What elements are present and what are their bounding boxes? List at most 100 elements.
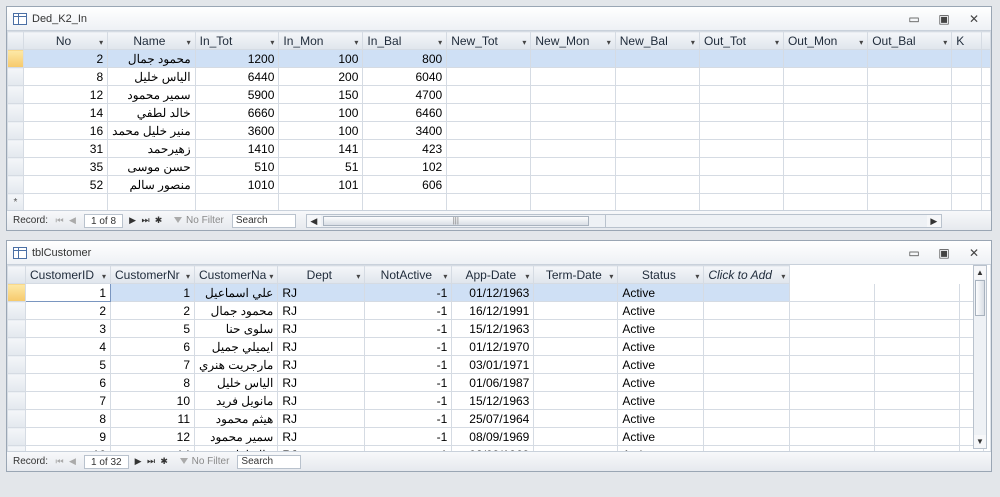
cell-in-tot[interactable]: 1200 — [194, 49, 280, 68]
cell-na[interactable]: -1 — [364, 283, 453, 302]
cell-dept[interactable]: RJ — [277, 301, 366, 320]
empty-cell[interactable] — [614, 157, 700, 176]
empty-cell[interactable] — [614, 67, 700, 86]
close-button[interactable]: ✕ — [965, 245, 983, 261]
scroll-thumb[interactable] — [975, 280, 985, 316]
chevron-down-icon[interactable]: ▾ — [102, 272, 106, 281]
empty-cell[interactable] — [530, 103, 616, 122]
cell-name[interactable]: الياس خليل — [107, 67, 196, 86]
cell-in-tot[interactable]: 3600 — [194, 121, 280, 140]
row-selector[interactable] — [7, 139, 24, 158]
empty-cell[interactable] — [867, 67, 953, 86]
empty-cell[interactable] — [981, 193, 991, 212]
empty-cell[interactable] — [614, 103, 700, 122]
horizontal-scrollbar-track[interactable]: ▶ — [605, 213, 942, 228]
cell-na[interactable]: -1 — [364, 355, 453, 374]
empty-cell[interactable] — [981, 85, 991, 104]
scroll-left-icon[interactable]: ◀ — [306, 214, 321, 227]
cell-term[interactable] — [533, 355, 619, 374]
cell-in-mon[interactable]: 200 — [278, 67, 364, 86]
title-bar[interactable]: Ded_K2_In ▭ ▣ ✕ — [7, 7, 991, 31]
record-position[interactable]: 1 of 8 — [84, 213, 124, 228]
prev-record-icon[interactable]: ◀ — [67, 215, 78, 226]
row-selector[interactable] — [7, 157, 24, 176]
empty-cell[interactable] — [698, 121, 784, 140]
cell-app[interactable]: 01/12/1970 — [451, 337, 535, 356]
chevron-down-icon[interactable]: ▾ — [609, 272, 613, 281]
empty-cell[interactable] — [981, 121, 991, 140]
column-header[interactable]: Name ▾ — [107, 31, 196, 50]
empty-cell[interactable] — [22, 193, 109, 212]
table-row[interactable]: 52 منصور سالم 1010 101 606 — [7, 175, 991, 194]
cell-no[interactable]: 31 — [22, 139, 109, 158]
cell-status[interactable]: Active — [617, 337, 705, 356]
cell-nr[interactable]: 11 — [110, 409, 195, 428]
cell-in-mon[interactable]: 150 — [278, 85, 364, 104]
minimize-button[interactable]: ▭ — [905, 245, 923, 261]
empty-cell[interactable] — [782, 103, 869, 122]
empty-cell[interactable] — [446, 193, 532, 212]
cell-app[interactable]: 01/06/1987 — [451, 373, 535, 392]
cell-name[interactable]: سلوى حنا — [193, 319, 279, 338]
empty-cell[interactable] — [951, 157, 982, 176]
table-row[interactable]: 5 7 مارجريت هنري RJ -1 03/01/1971 Active — [7, 355, 985, 374]
cell-app[interactable]: 03/01/1971 — [451, 355, 535, 374]
scroll-up-icon[interactable]: ▲ — [974, 266, 986, 279]
row-selector[interactable] — [7, 67, 24, 86]
column-header[interactable]: No ▾ — [22, 31, 109, 50]
empty-cell[interactable] — [530, 121, 616, 140]
column-header[interactable]: Dept ▾ — [277, 265, 366, 284]
cell-nr[interactable]: 5 — [110, 319, 195, 338]
empty-cell[interactable] — [951, 139, 982, 158]
empty-cell[interactable] — [614, 175, 700, 194]
last-record-icon[interactable]: ⏭ — [140, 215, 151, 226]
search-input[interactable]: Search — [231, 213, 296, 228]
prev-record-icon[interactable]: ◀ — [67, 456, 78, 467]
column-header[interactable]: In_Bal ▾ — [362, 31, 448, 50]
cell-term[interactable] — [533, 337, 619, 356]
empty-cell[interactable] — [867, 139, 953, 158]
table-row[interactable]: 35 حسن موسى 510 51 102 — [7, 157, 991, 176]
cell-no[interactable]: 12 — [22, 85, 109, 104]
cell-in-tot[interactable]: 5900 — [194, 85, 280, 104]
empty-cell[interactable] — [698, 139, 784, 158]
cell-status[interactable]: Active — [617, 301, 705, 320]
empty-cell[interactable] — [951, 175, 982, 194]
cell-name[interactable]: محمود جمال — [193, 301, 279, 320]
chevron-down-icon[interactable]: ▾ — [186, 272, 190, 281]
empty-cell[interactable] — [614, 139, 700, 158]
cell-dept[interactable]: RJ — [277, 337, 366, 356]
row-selector[interactable] — [7, 319, 26, 338]
cell-dept[interactable]: RJ — [277, 391, 366, 410]
cell-no[interactable]: 35 — [22, 157, 109, 176]
column-header[interactable]: CustomerNa ▾ — [193, 265, 279, 284]
cell-name[interactable]: هيثم محمود — [193, 409, 279, 428]
chevron-down-icon[interactable]: ▾ — [356, 272, 360, 281]
cell-nr[interactable]: 2 — [110, 301, 195, 320]
empty-cell[interactable] — [981, 103, 991, 122]
record-position[interactable]: 1 of 32 — [84, 454, 129, 469]
scroll-right-icon[interactable]: ▶ — [926, 214, 941, 227]
new-record-row[interactable]: * — [7, 193, 991, 212]
cell-id[interactable]: 6 — [25, 373, 111, 392]
empty-cell[interactable] — [951, 49, 982, 68]
column-header[interactable]: New_Tot ▾ — [446, 31, 532, 50]
cell-no[interactable]: 8 — [22, 67, 109, 86]
empty-cell[interactable] — [867, 121, 953, 140]
empty-cell[interactable] — [446, 103, 532, 122]
row-selector[interactable] — [7, 175, 24, 194]
empty-cell[interactable] — [107, 193, 196, 212]
chevron-down-icon[interactable]: ▾ — [269, 272, 273, 281]
empty-cell[interactable] — [703, 319, 791, 338]
cell-nr[interactable]: 8 — [110, 373, 195, 392]
table-row[interactable]: 31 زهيرحمد 1410 141 423 — [7, 139, 991, 158]
next-record-icon[interactable]: ▶ — [133, 456, 144, 467]
empty-cell[interactable] — [703, 355, 791, 374]
empty-cell[interactable] — [782, 49, 869, 68]
cell-app[interactable]: 08/09/1969 — [451, 427, 535, 446]
empty-cell[interactable] — [703, 337, 791, 356]
empty-cell[interactable] — [782, 157, 869, 176]
cell-term[interactable] — [533, 283, 619, 302]
empty-cell[interactable] — [951, 67, 982, 86]
cell-na[interactable]: -1 — [364, 319, 453, 338]
